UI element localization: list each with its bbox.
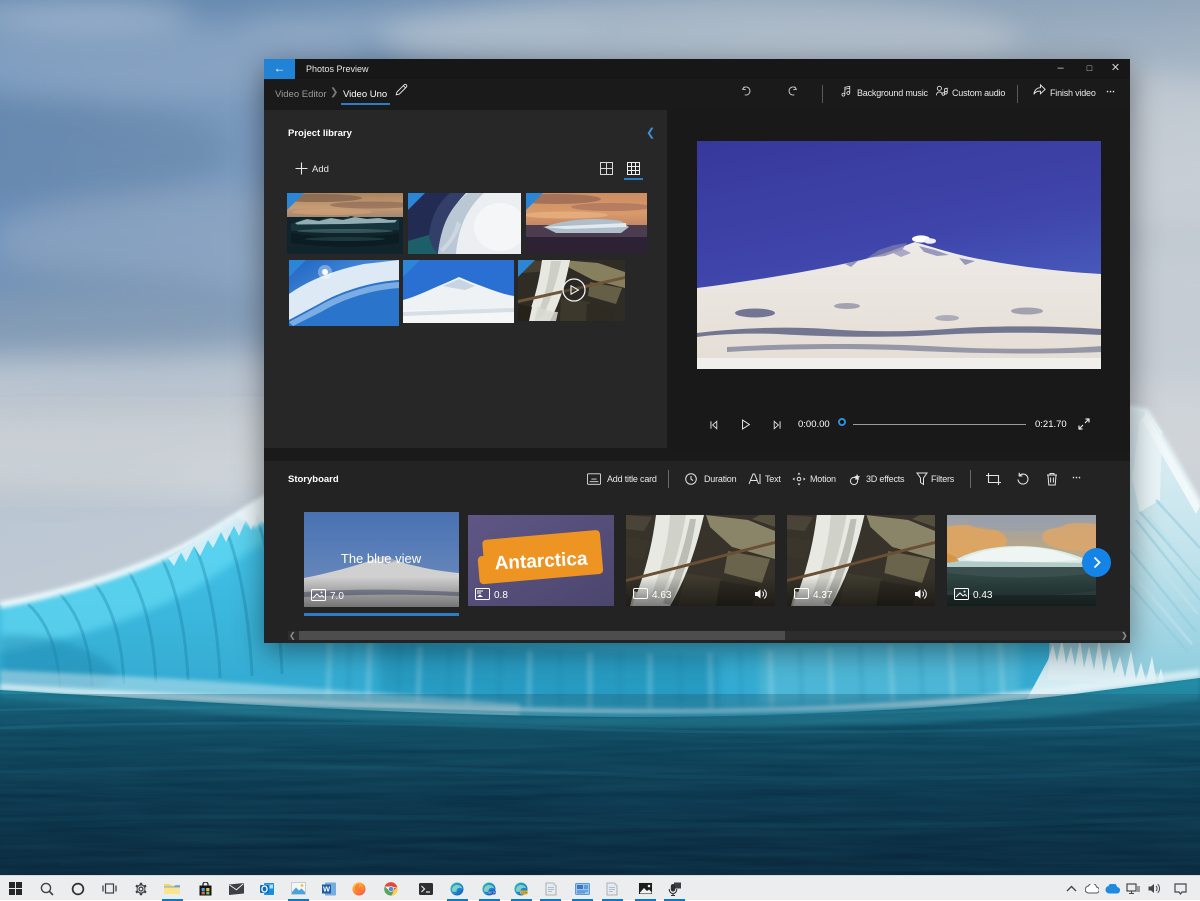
svg-text:The blue view: The blue view [341,551,422,566]
svg-text:W: W [323,884,331,893]
svg-text:CAN: CAN [521,890,527,894]
svg-text:BETA: BETA [488,890,496,894]
